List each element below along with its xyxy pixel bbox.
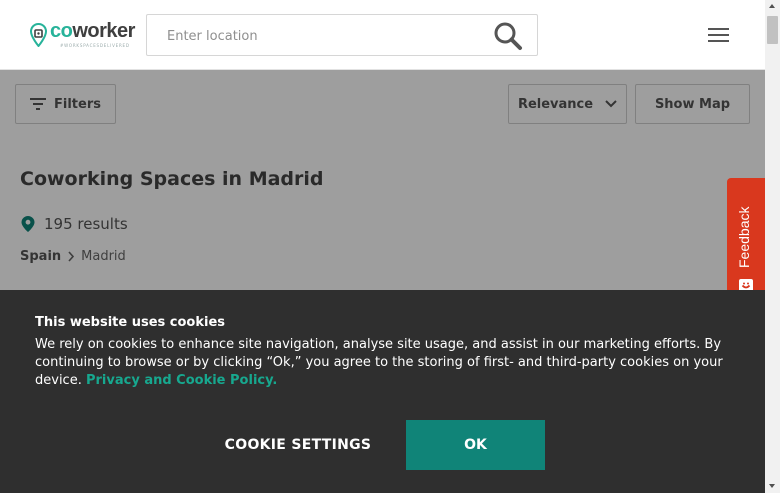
feedback-label: Feedback bbox=[736, 206, 752, 268]
logo-wordmark: coworker bbox=[50, 20, 135, 42]
hamburger-menu-icon[interactable] bbox=[708, 28, 729, 42]
logo-tagline: #WORKSPACESDELIVERED bbox=[60, 43, 130, 48]
location-search bbox=[146, 14, 538, 56]
search-icon[interactable] bbox=[492, 20, 524, 52]
scroll-up-arrow[interactable] bbox=[769, 4, 775, 8]
logo-pin-icon bbox=[30, 23, 47, 47]
cookie-banner-text: We rely on cookies to enhance site navig… bbox=[35, 336, 735, 390]
cookie-ok-button[interactable]: OK bbox=[406, 420, 545, 470]
scroll-down-arrow[interactable] bbox=[769, 484, 775, 488]
scroll-thumb[interactable] bbox=[767, 16, 778, 44]
page-scrollbar[interactable] bbox=[765, 0, 780, 493]
cookie-settings-button[interactable]: COOKIE SETTINGS bbox=[210, 420, 386, 470]
privacy-policy-link[interactable]: Privacy and Cookie Policy. bbox=[86, 373, 277, 388]
location-search-input[interactable] bbox=[167, 26, 467, 46]
coworker-logo[interactable]: coworker #WORKSPACESDELIVERED bbox=[30, 20, 138, 50]
cookie-banner-title: This website uses cookies bbox=[35, 315, 226, 330]
site-header: coworker #WORKSPACESDELIVERED bbox=[0, 0, 765, 70]
modal-overlay bbox=[0, 70, 765, 290]
cookie-banner: This website uses cookies We rely on coo… bbox=[0, 290, 765, 493]
